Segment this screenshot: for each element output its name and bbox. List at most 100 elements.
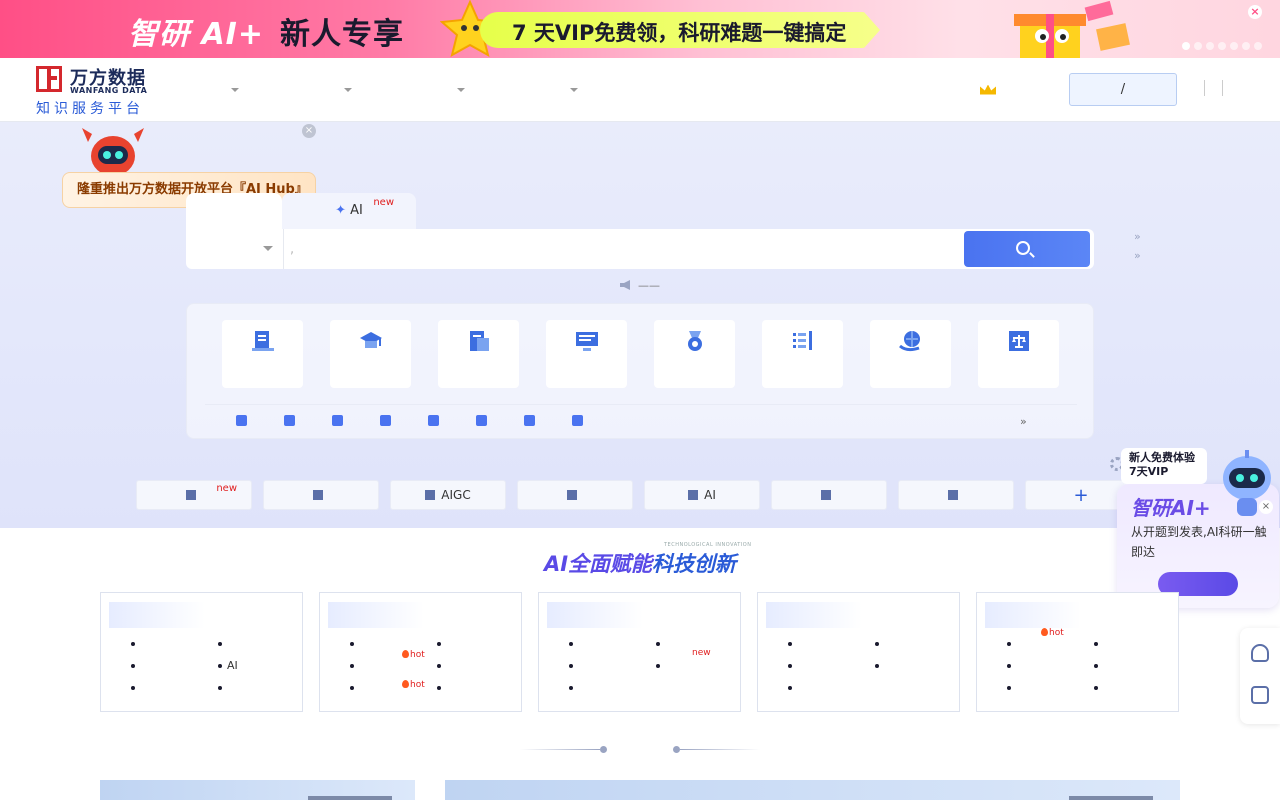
quick-item[interactable]: [263, 480, 379, 510]
resource-subnav: »: [205, 404, 1077, 438]
subnav-item[interactable]: [572, 405, 589, 439]
ai-card-link[interactable]: [788, 637, 875, 650]
carousel-dot[interactable]: [1230, 42, 1238, 50]
resource-card[interactable]: [978, 320, 1059, 388]
ai-card-title: [328, 602, 424, 628]
notice-bar[interactable]: ——: [0, 279, 1280, 292]
ai-card-link[interactable]: [1094, 659, 1181, 672]
subnav-item[interactable]: [284, 405, 301, 439]
announcement-close-icon[interactable]: ×: [302, 124, 316, 138]
banner-carousel-dots[interactable]: [1182, 42, 1262, 50]
search-history-link[interactable]: »: [1134, 249, 1141, 262]
resource-card[interactable]: [762, 320, 843, 388]
quick-item[interactable]: [771, 480, 887, 510]
carousel-dot[interactable]: [1194, 42, 1202, 50]
ai-card-link[interactable]: [437, 637, 524, 650]
carousel-dot[interactable]: [1182, 42, 1190, 50]
ai-card-link[interactable]: [131, 659, 218, 672]
ai-card-link[interactable]: [1094, 681, 1181, 694]
quick-item[interactable]: AI: [644, 480, 760, 510]
ai-card-link[interactable]: [788, 681, 875, 694]
ai-card-link[interactable]: [788, 659, 875, 672]
quick-item[interactable]: AIGC: [390, 480, 506, 510]
ai-card-link[interactable]: new: [656, 648, 743, 672]
search-bar: [186, 229, 1094, 269]
subnav-item[interactable]: [236, 405, 253, 439]
hot-badge: hot: [402, 679, 425, 692]
ai-promo-bubble: 新人免费体验 7天VIP: [1121, 448, 1207, 484]
ai-card-link[interactable]: [875, 659, 962, 672]
ai-card-link[interactable]: [437, 681, 524, 694]
ai-card-link[interactable]: hot: [350, 650, 437, 672]
search-button[interactable]: [964, 231, 1090, 267]
ai-card-link[interactable]: [1007, 659, 1094, 672]
carousel-dot[interactable]: [1206, 42, 1214, 50]
vip-link[interactable]: [980, 82, 1000, 97]
banner-close-icon[interactable]: ×: [1248, 5, 1262, 19]
ai-card-link[interactable]: [569, 659, 656, 672]
resource-card[interactable]: [330, 320, 411, 388]
quick-item[interactable]: [898, 480, 1014, 510]
ai-card-link[interactable]: [1007, 681, 1094, 694]
resource-card[interactable]: [222, 320, 303, 388]
map-icon: [380, 415, 391, 426]
ai-card-link[interactable]: [218, 681, 305, 694]
resource-card[interactable]: [654, 320, 735, 388]
promo-banner[interactable]: 智研 AI+ 新人专享 7 天VIP免费领，科研难题一键搞定 ×: [0, 0, 1280, 58]
nav-item-3[interactable]: [451, 58, 564, 122]
nav-item-2[interactable]: [338, 58, 451, 122]
ai-promo-close-icon[interactable]: ×: [1259, 500, 1273, 514]
ai-card-link[interactable]: [437, 659, 524, 672]
ai-card-link[interactable]: [131, 681, 218, 694]
ai-card-link[interactable]: [218, 637, 305, 650]
tab-ai-search[interactable]: ✦ AI new: [282, 193, 416, 229]
resource-card[interactable]: [870, 320, 951, 388]
nav-item-1[interactable]: [225, 58, 338, 122]
ai-card-link[interactable]: [569, 637, 656, 650]
notice-text: ——: [638, 279, 660, 292]
subnav-item[interactable]: [332, 405, 349, 439]
subnav-item[interactable]: [428, 405, 445, 439]
search-scope-select[interactable]: [186, 229, 284, 269]
ai-card-link[interactable]: [875, 637, 962, 650]
plus-icon: +: [1073, 485, 1089, 506]
resource-card[interactable]: [438, 320, 519, 388]
resource-card[interactable]: [546, 320, 627, 388]
edit-feedback-icon[interactable]: [1251, 686, 1269, 704]
ai-feature-card: hot hot: [319, 592, 522, 712]
divider-dot: [673, 746, 680, 753]
resource-panel: »: [186, 303, 1094, 439]
ai-card-link[interactable]: hot: [350, 679, 437, 694]
subnav-more-arrow-icon[interactable]: »: [1020, 405, 1027, 439]
subnav-item[interactable]: [380, 405, 397, 439]
news-image[interactable]: [100, 780, 415, 800]
ai-card-link[interactable]: [131, 637, 218, 650]
site-header: 万方数据 WANFANG DATA 知识服务平台 /: [0, 58, 1280, 122]
subnav-item[interactable]: [476, 405, 493, 439]
news-image[interactable]: [445, 780, 1180, 800]
ai-card-link[interactable]: AI: [218, 659, 305, 672]
headset-icon[interactable]: [1251, 644, 1269, 662]
advanced-search-link[interactable]: »: [1134, 230, 1141, 243]
carousel-dot[interactable]: [1254, 42, 1262, 50]
carousel-dot[interactable]: [1242, 42, 1250, 50]
news-image-caption-bar: [308, 796, 392, 800]
menu-icon[interactable]: [1222, 80, 1232, 96]
nav-item-4[interactable]: [564, 58, 677, 122]
quick-item[interactable]: new: [136, 480, 252, 510]
ai-card-link[interactable]: hot: [1007, 628, 1094, 650]
logo[interactable]: 万方数据 WANFANG DATA 知识服务平台: [36, 64, 166, 117]
search-input[interactable]: [290, 237, 930, 261]
ai-card-link[interactable]: [569, 681, 743, 694]
ai-card-link[interactable]: [1094, 637, 1181, 650]
tab-search[interactable]: [186, 193, 282, 229]
ai-promo-float[interactable]: 智研AI+ 从开题到发表,AI科研一触即达 新人免费体验 7天VIP ×: [1117, 448, 1279, 608]
language-icon[interactable]: [1204, 80, 1214, 96]
login-register-button[interactable]: /: [1069, 73, 1177, 106]
subnav-item[interactable]: [524, 405, 541, 439]
tab-ai-label: AI: [350, 203, 363, 218]
app-icon: [425, 490, 436, 500]
quick-item[interactable]: [517, 480, 633, 510]
logo-mark-icon: [36, 66, 62, 92]
carousel-dot[interactable]: [1218, 42, 1226, 50]
